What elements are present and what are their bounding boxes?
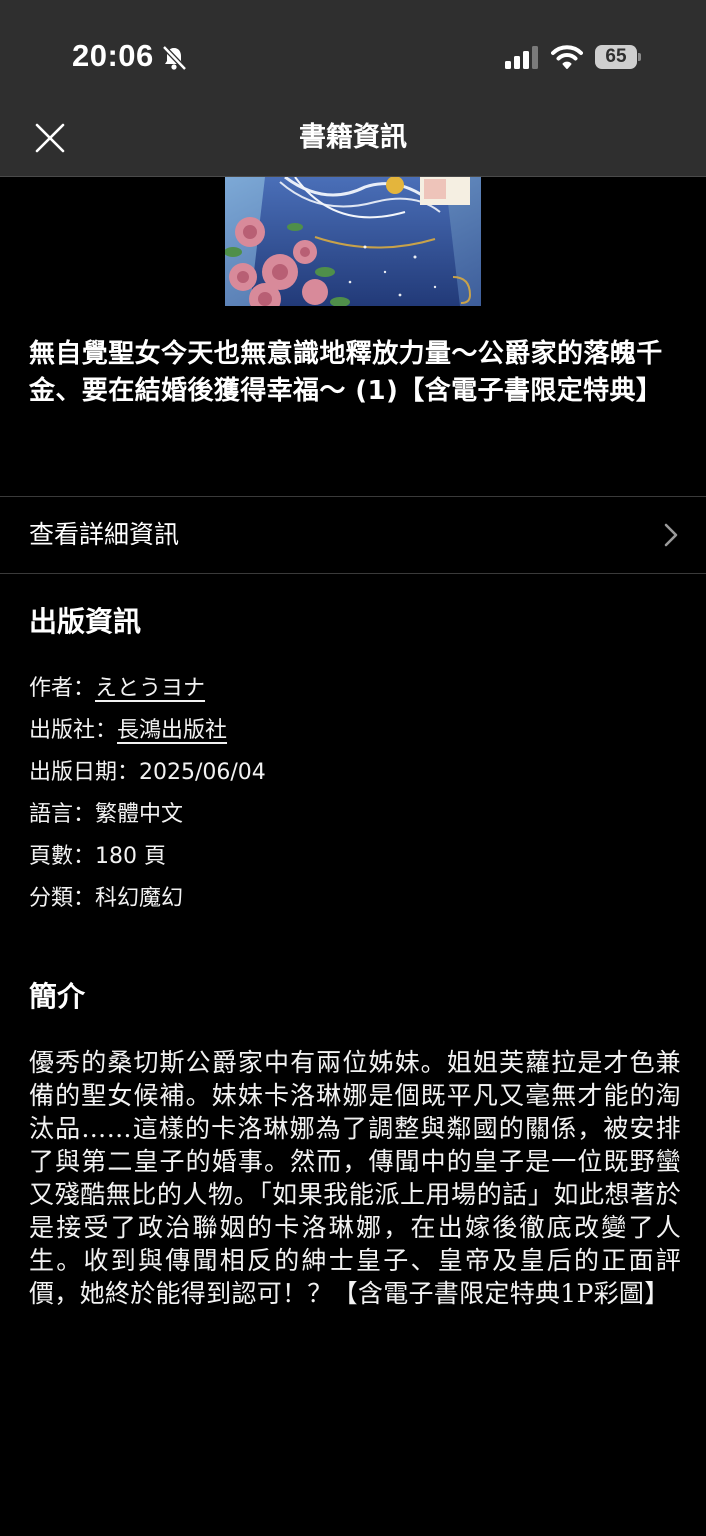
bell-slash-icon [162,45,187,71]
battery-level: 65 [605,46,627,67]
status-bar: 20:06 65 [0,0,706,100]
author-link[interactable]: えとうヨナ [95,676,205,701]
author-line: 作者：えとうヨナ [29,672,205,706]
view-details-label: 查看詳細資訊 [29,520,180,549]
publication-heading: 出版資訊 [29,605,142,638]
wifi-icon [551,45,583,69]
synopsis-text: 優秀的桑切斯公爵家中有兩位姊妹。姐姐芙蘿拉是才色兼備的聖女候補。妹妹卡洛琳娜是個… [29,1048,681,1308]
battery-cap [638,53,641,61]
battery-icon: 65 [595,45,641,69]
book-title: 無自覺聖女今天也無意識地釋放力量～公爵家的落魄千金、要在結婚後獲得幸福～ (1)… [29,339,663,406]
publisher-line: 出版社：長鴻出版社 [29,714,227,748]
publisher-link[interactable]: 長鴻出版社 [117,718,227,743]
divider [0,573,706,574]
cellular-signal-icon [505,46,538,69]
page-count: 頁數：180 頁 [29,844,166,869]
status-time: 20:06 [72,38,154,73]
category: 分類：科幻魔幻 [29,886,184,911]
view-details-row[interactable]: 查看詳細資訊 [0,497,706,573]
publish-date: 出版日期：2025/06/04 [29,760,266,785]
chevron-right-icon [664,523,678,547]
book-cover-image [225,177,481,306]
author-label: 作者： [29,676,96,701]
language: 語言：繁體中文 [29,802,184,827]
publisher-label: 出版社： [29,718,118,743]
synopsis-heading: 簡介 [29,980,86,1013]
page-title: 書籍資訊 [299,122,407,153]
